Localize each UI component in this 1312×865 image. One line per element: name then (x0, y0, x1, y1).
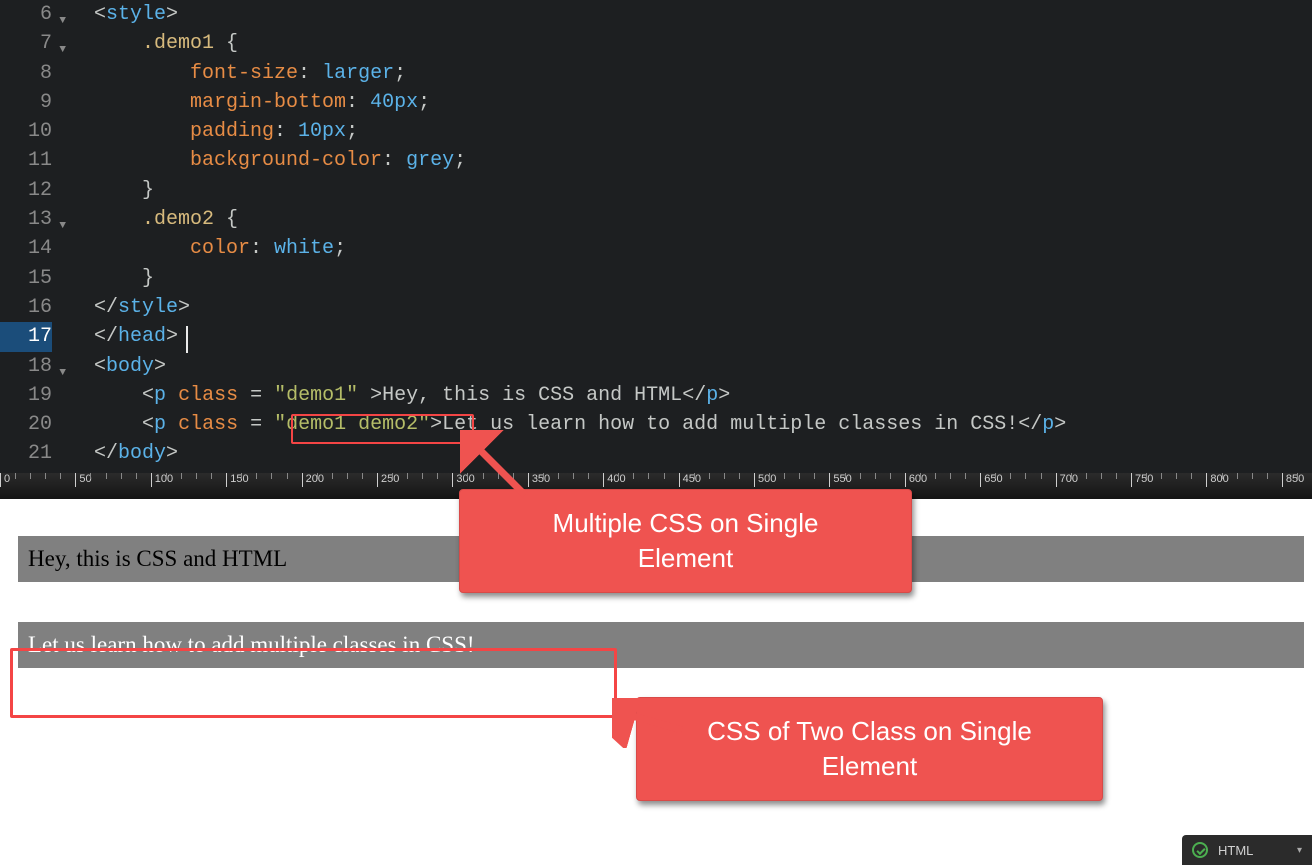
check-circle-icon (1192, 842, 1208, 858)
callout-line: Multiple CSS on Single (553, 508, 819, 538)
language-mode-label[interactable]: HTML (1218, 843, 1253, 858)
callout-line: CSS of Two Class on Single (707, 716, 1032, 746)
code-content-area[interactable]: <style> .demo1 { font-size: larger; marg… (94, 0, 1312, 469)
code-editor[interactable]: 6▼7▼8910111213▼1415161718▼192021 <style>… (0, 0, 1312, 473)
annotation-callout-2: CSS of Two Class on Single Element (636, 697, 1103, 801)
callout-line: Element (822, 751, 917, 781)
text-cursor (186, 326, 188, 353)
callout-line: Element (638, 543, 733, 573)
status-bar[interactable]: HTML ▾ (1182, 835, 1312, 865)
preview-paragraph-2: Let us learn how to add multiple classes… (18, 622, 1304, 668)
annotation-callout-1: Multiple CSS on Single Element (459, 489, 912, 593)
chevron-down-icon[interactable]: ▾ (1297, 845, 1302, 856)
line-number-gutter: 6▼7▼8910111213▼1415161718▼192021 (0, 0, 70, 473)
